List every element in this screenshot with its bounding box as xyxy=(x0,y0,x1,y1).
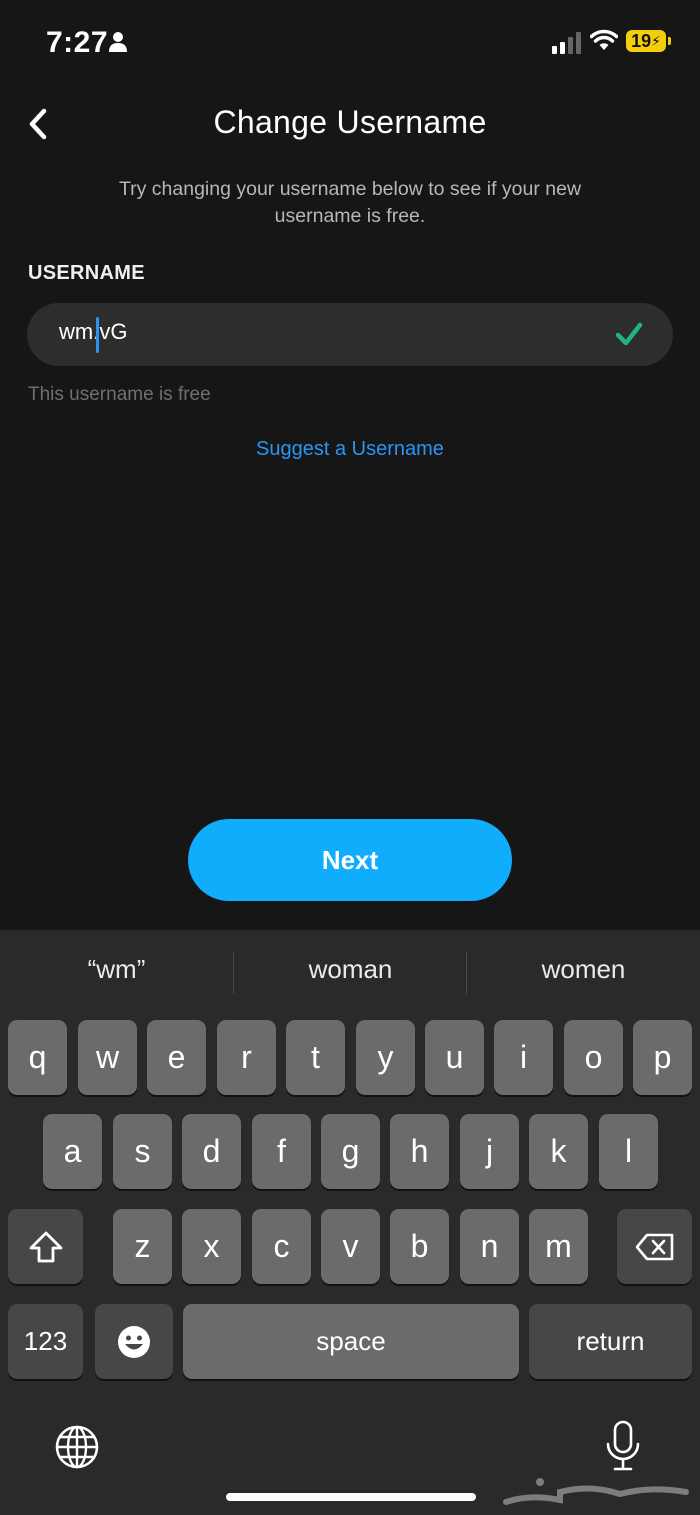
key-z[interactable]: z xyxy=(113,1209,172,1284)
key-d[interactable]: d xyxy=(182,1114,241,1189)
home-indicator xyxy=(226,1493,476,1501)
shift-key[interactable] xyxy=(8,1209,83,1284)
emoji-icon xyxy=(118,1325,150,1358)
key-r[interactable]: r xyxy=(217,1020,276,1095)
key-n[interactable]: n xyxy=(460,1209,519,1284)
key-a[interactable]: a xyxy=(43,1114,102,1189)
key-g[interactable]: g xyxy=(321,1114,380,1189)
key-u[interactable]: u xyxy=(425,1020,484,1095)
username-input[interactable] xyxy=(59,319,579,345)
key-j[interactable]: j xyxy=(460,1114,519,1189)
next-button[interactable]: Next xyxy=(188,819,512,901)
shift-icon xyxy=(29,1231,62,1262)
watermark-logo xyxy=(503,1478,689,1505)
check-icon xyxy=(615,322,643,346)
key-l[interactable]: l xyxy=(599,1114,658,1189)
battery-indicator: 19 ⚡ xyxy=(626,30,671,52)
page-title: Change Username xyxy=(213,104,487,140)
signal-icon xyxy=(552,32,581,54)
keyboard-suggestions: “wm” woman women xyxy=(0,930,700,1018)
key-q[interactable]: q xyxy=(8,1020,67,1095)
key-o[interactable]: o xyxy=(564,1020,623,1095)
suggestion-1[interactable]: “wm” xyxy=(0,954,233,985)
status-bar: 7:27 19 ⚡ xyxy=(0,0,700,84)
key-f[interactable]: f xyxy=(252,1114,311,1189)
space-key[interactable]: space xyxy=(183,1304,519,1379)
return-key[interactable]: return xyxy=(529,1304,692,1379)
key-y[interactable]: y xyxy=(356,1020,415,1095)
subtitle: Try changing your username below to see … xyxy=(118,178,582,227)
key-k[interactable]: k xyxy=(529,1114,588,1189)
username-label: USERNAME xyxy=(28,262,145,284)
battery-level: 19 xyxy=(631,30,652,51)
key-v[interactable]: v xyxy=(321,1209,380,1284)
key-w[interactable]: w xyxy=(78,1020,137,1095)
charging-bolt-icon: ⚡ xyxy=(651,32,661,49)
text-caret xyxy=(96,317,99,353)
microphone-icon[interactable] xyxy=(604,1420,642,1472)
key-h[interactable]: h xyxy=(390,1114,449,1189)
suggest-username-link[interactable]: Suggest a Username xyxy=(0,438,700,461)
key-m[interactable]: m xyxy=(529,1209,588,1284)
emoji-key[interactable] xyxy=(95,1304,173,1379)
username-status: This username is free xyxy=(28,384,211,405)
key-x[interactable]: x xyxy=(182,1209,241,1284)
person-icon xyxy=(109,32,127,52)
globe-icon[interactable] xyxy=(54,1424,100,1470)
key-s[interactable]: s xyxy=(113,1114,172,1189)
key-b[interactable]: b xyxy=(390,1209,449,1284)
key-t[interactable]: t xyxy=(286,1020,345,1095)
suggestion-2[interactable]: woman xyxy=(234,954,467,985)
backspace-icon xyxy=(635,1233,673,1260)
key-p[interactable]: p xyxy=(633,1020,692,1095)
key-e[interactable]: e xyxy=(147,1020,206,1095)
key-i[interactable]: i xyxy=(494,1020,553,1095)
status-time: 7:27 xyxy=(46,26,109,59)
numbers-key[interactable]: 123 xyxy=(8,1304,83,1379)
backspace-key[interactable] xyxy=(617,1209,692,1284)
key-c[interactable]: c xyxy=(252,1209,311,1284)
username-field[interactable] xyxy=(27,303,673,366)
wifi-icon xyxy=(590,29,618,50)
suggestion-3[interactable]: women xyxy=(467,954,700,985)
